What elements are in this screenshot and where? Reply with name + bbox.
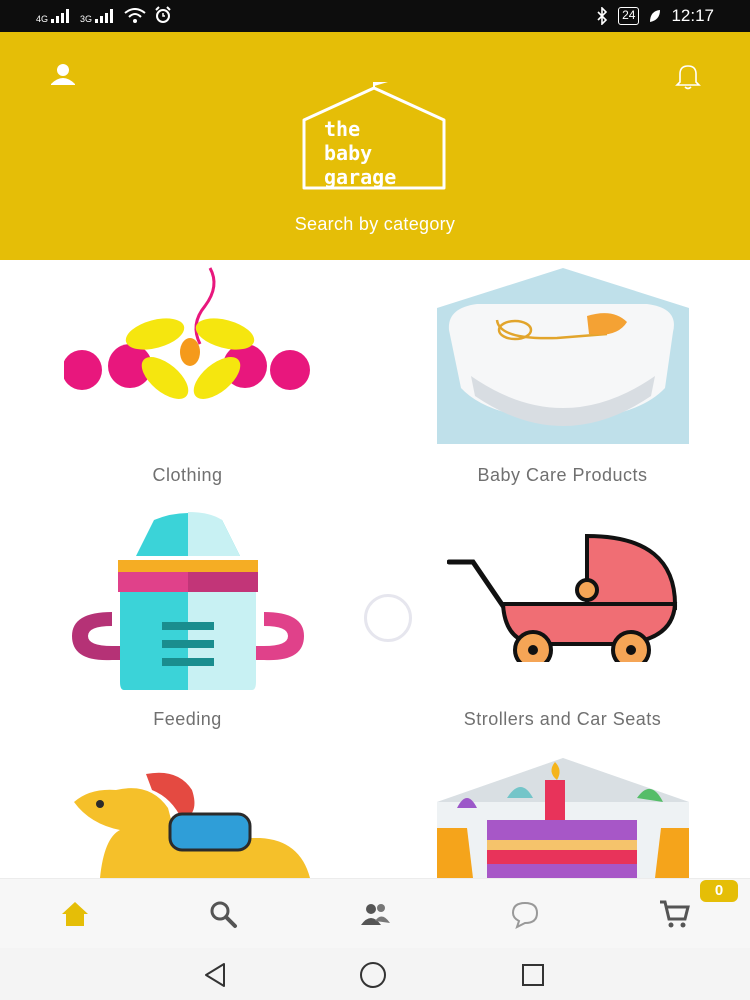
- loading-spinner: [364, 594, 412, 642]
- cart-count-badge: 0: [700, 880, 738, 902]
- clock-time: 12:17: [671, 6, 714, 25]
- logo-text-baby: baby: [324, 141, 372, 165]
- wifi-icon: [124, 8, 146, 23]
- category-strollers-and-car-seats[interactable]: Strollers and Car Seats: [375, 504, 750, 748]
- category-baby-care-products[interactable]: Baby Care Products: [375, 260, 750, 504]
- notification-bell-icon[interactable]: [674, 60, 702, 92]
- home-icon[interactable]: [58, 897, 92, 931]
- signal-icon-2: [95, 9, 114, 23]
- brand-logo: the baby garage: [294, 78, 454, 192]
- recents-icon[interactable]: [518, 960, 548, 990]
- system-navigation-bar: [0, 948, 750, 1000]
- logo-text-garage: garage: [324, 165, 396, 189]
- rocking-horse-icon: [74, 772, 310, 878]
- users-icon[interactable]: [358, 897, 392, 931]
- alarm-icon: [155, 6, 171, 23]
- cart-icon[interactable]: [658, 897, 692, 931]
- stroller-icon: [447, 533, 678, 662]
- category-toys[interactable]: [0, 748, 375, 878]
- network-type-1: 4G: [36, 14, 49, 24]
- network-type-2: 3G: [80, 14, 93, 24]
- home-circle-icon[interactable]: [358, 960, 388, 990]
- search-by-category-title[interactable]: Search by category: [0, 214, 750, 235]
- category-clothing[interactable]: Clothing: [0, 260, 375, 504]
- diaper-icon: [437, 268, 689, 444]
- chat-icon[interactable]: [508, 897, 542, 931]
- app-header: the baby garage Search by category: [0, 32, 750, 260]
- search-icon[interactable]: [206, 897, 240, 931]
- category-party[interactable]: [375, 748, 750, 878]
- bluetooth-icon: [597, 7, 608, 25]
- bottom-tab-bar: [0, 878, 750, 948]
- status-bar: 4G 3G 24 12:17: [0, 0, 750, 32]
- category-label: Strollers and Car Seats: [463, 709, 662, 729]
- category-label: Feeding: [153, 709, 222, 729]
- category-label: Baby Care Products: [477, 465, 648, 485]
- signal-icon: [51, 9, 70, 23]
- back-icon[interactable]: [200, 960, 230, 990]
- birthday-cake-icon: [437, 758, 689, 878]
- logo-text-the: the: [324, 117, 360, 141]
- category-label: Clothing: [152, 465, 223, 485]
- category-feeding[interactable]: Feeding: [0, 504, 375, 748]
- clothing-icon: [60, 267, 316, 399]
- category-grid: Clothing Baby Care Products Feeding Stro…: [0, 260, 750, 878]
- battery-level: 24: [618, 7, 640, 25]
- profile-icon[interactable]: [46, 60, 80, 94]
- leaf-icon: [650, 10, 661, 22]
- baby-bottle-icon: [72, 512, 304, 690]
